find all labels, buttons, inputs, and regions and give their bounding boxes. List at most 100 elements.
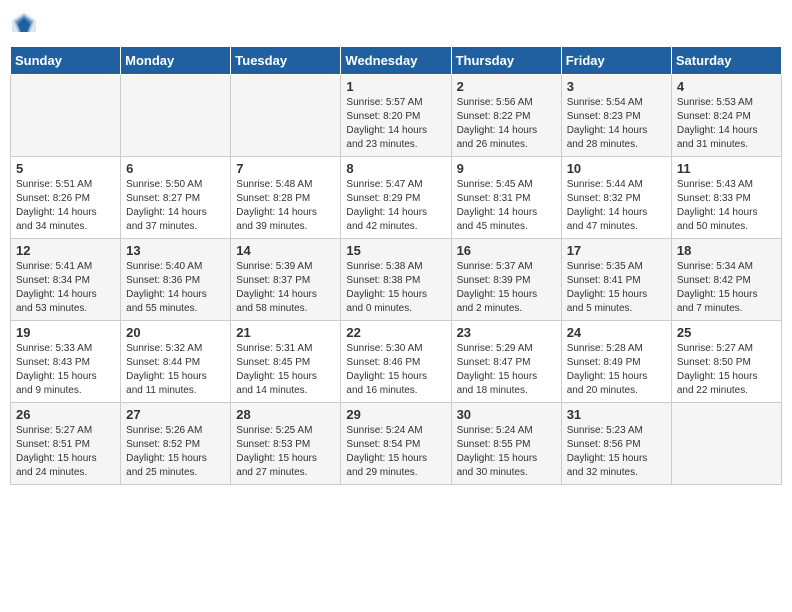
- day-number: 21: [236, 325, 335, 340]
- cell-info: Sunrise: 5:24 AM Sunset: 8:54 PM Dayligh…: [346, 424, 445, 480]
- day-number: 29: [346, 407, 445, 422]
- calendar-cell: 10Sunrise: 5:44 AM Sunset: 8:32 PM Dayli…: [561, 157, 671, 239]
- calendar-cell: [671, 403, 781, 485]
- cell-info: Sunrise: 5:24 AM Sunset: 8:55 PM Dayligh…: [457, 424, 556, 480]
- cell-info: Sunrise: 5:27 AM Sunset: 8:51 PM Dayligh…: [16, 424, 115, 480]
- calendar-cell: 26 Sunrise: 5:27 AM Sunset: 8:51 PM Dayli…: [11, 403, 121, 485]
- calendar-cell: 30 Sunrise: 5:24 AM Sunset: 8:55 PM Dayli…: [451, 403, 561, 485]
- calendar-cell: 3 Sunrise: 5:54 AM Sunset: 8:23 PM Daylig…: [561, 75, 671, 157]
- calendar-cell: 23 Sunrise: 5:29 AM Sunset: 8:47 PM Dayli…: [451, 321, 561, 403]
- day-header-tuesday: Tuesday: [231, 47, 341, 75]
- calendar-week-row: 26 Sunrise: 5:27 AM Sunset: 8:51 PM Dayli…: [11, 403, 782, 485]
- cell-info: Sunrise: 5:39 AM Sunset: 8:37 PM Dayligh…: [236, 260, 335, 316]
- logo-icon: [10, 10, 38, 38]
- day-header-monday: Monday: [121, 47, 231, 75]
- calendar-cell: [121, 75, 231, 157]
- cell-info: Sunrise: 5:27 AM Sunset: 8:50 PM Dayligh…: [677, 342, 776, 398]
- cell-info: Sunrise: 5:40 AM Sunset: 8:36 PM Dayligh…: [126, 260, 225, 316]
- calendar-cell: 28 Sunrise: 5:25 AM Sunset: 8:53 PM Dayli…: [231, 403, 341, 485]
- day-number: 1: [346, 79, 445, 94]
- day-number: 16: [457, 243, 556, 258]
- page-header: [10, 10, 782, 38]
- calendar-cell: 4 Sunrise: 5:53 AM Sunset: 8:24 PM Daylig…: [671, 75, 781, 157]
- day-number: 23: [457, 325, 556, 340]
- calendar-header-row: SundayMondayTuesdayWednesdayThursdayFrid…: [11, 47, 782, 75]
- day-number: 26: [16, 407, 115, 422]
- cell-info: Sunrise: 5:43 AM Sunset: 8:33 PM Dayligh…: [677, 178, 776, 234]
- logo: [10, 10, 42, 38]
- calendar-cell: 9Sunrise: 5:45 AM Sunset: 8:31 PM Daylig…: [451, 157, 561, 239]
- cell-info: Sunrise: 5:38 AM Sunset: 8:38 PM Dayligh…: [346, 260, 445, 316]
- day-number: 13: [126, 243, 225, 258]
- day-number: 30: [457, 407, 556, 422]
- calendar-table: SundayMondayTuesdayWednesdayThursdayFrid…: [10, 46, 782, 485]
- calendar-cell: [11, 75, 121, 157]
- calendar-cell: 6 Sunrise: 5:50 AM Sunset: 8:27 PM Daylig…: [121, 157, 231, 239]
- day-number: 8: [346, 161, 445, 176]
- day-number: 12: [16, 243, 115, 258]
- day-number: 31: [567, 407, 666, 422]
- calendar-cell: 29 Sunrise: 5:24 AM Sunset: 8:54 PM Dayli…: [341, 403, 451, 485]
- day-header-sunday: Sunday: [11, 47, 121, 75]
- day-number: 14: [236, 243, 335, 258]
- day-number: 22: [346, 325, 445, 340]
- day-number: 5: [16, 161, 115, 176]
- cell-info: Sunrise: 5:23 AM Sunset: 8:56 PM Dayligh…: [567, 424, 666, 480]
- calendar-week-row: 12Sunrise: 5:41 AM Sunset: 8:34 PM Dayli…: [11, 239, 782, 321]
- calendar-week-row: 19 Sunrise: 5:33 AM Sunset: 8:43 PM Dayli…: [11, 321, 782, 403]
- cell-info: Sunrise: 5:47 AM Sunset: 8:29 PM Dayligh…: [346, 178, 445, 234]
- day-header-saturday: Saturday: [671, 47, 781, 75]
- day-header-wednesday: Wednesday: [341, 47, 451, 75]
- cell-info: Sunrise: 5:28 AM Sunset: 8:49 PM Dayligh…: [567, 342, 666, 398]
- calendar-cell: 13 Sunrise: 5:40 AM Sunset: 8:36 PM Dayli…: [121, 239, 231, 321]
- cell-info: Sunrise: 5:53 AM Sunset: 8:24 PM Dayligh…: [677, 96, 776, 152]
- day-number: 27: [126, 407, 225, 422]
- day-number: 19: [16, 325, 115, 340]
- cell-info: Sunrise: 5:30 AM Sunset: 8:46 PM Dayligh…: [346, 342, 445, 398]
- cell-info: Sunrise: 5:50 AM Sunset: 8:27 PM Dayligh…: [126, 178, 225, 234]
- cell-info: Sunrise: 5:48 AM Sunset: 8:28 PM Dayligh…: [236, 178, 335, 234]
- calendar-week-row: 1Sunrise: 5:57 AM Sunset: 8:20 PM Daylig…: [11, 75, 782, 157]
- calendar-cell: 16 Sunrise: 5:37 AM Sunset: 8:39 PM Dayli…: [451, 239, 561, 321]
- calendar-cell: 7 Sunrise: 5:48 AM Sunset: 8:28 PM Daylig…: [231, 157, 341, 239]
- calendar-week-row: 5 Sunrise: 5:51 AM Sunset: 8:26 PM Daylig…: [11, 157, 782, 239]
- calendar-cell: 25Sunrise: 5:27 AM Sunset: 8:50 PM Dayli…: [671, 321, 781, 403]
- calendar-cell: 5 Sunrise: 5:51 AM Sunset: 8:26 PM Daylig…: [11, 157, 121, 239]
- calendar-cell: 21 Sunrise: 5:31 AM Sunset: 8:45 PM Dayli…: [231, 321, 341, 403]
- calendar-cell: 2 Sunrise: 5:56 AM Sunset: 8:22 PM Daylig…: [451, 75, 561, 157]
- calendar-cell: 22 Sunrise: 5:30 AM Sunset: 8:46 PM Dayli…: [341, 321, 451, 403]
- calendar-cell: 19 Sunrise: 5:33 AM Sunset: 8:43 PM Dayli…: [11, 321, 121, 403]
- day-number: 7: [236, 161, 335, 176]
- day-number: 4: [677, 79, 776, 94]
- cell-info: Sunrise: 5:35 AM Sunset: 8:41 PM Dayligh…: [567, 260, 666, 316]
- day-number: 10: [567, 161, 666, 176]
- cell-info: Sunrise: 5:54 AM Sunset: 8:23 PM Dayligh…: [567, 96, 666, 152]
- calendar-cell: 24 Sunrise: 5:28 AM Sunset: 8:49 PM Dayli…: [561, 321, 671, 403]
- cell-info: Sunrise: 5:45 AM Sunset: 8:31 PM Dayligh…: [457, 178, 556, 234]
- cell-info: Sunrise: 5:25 AM Sunset: 8:53 PM Dayligh…: [236, 424, 335, 480]
- day-number: 15: [346, 243, 445, 258]
- calendar-cell: 12Sunrise: 5:41 AM Sunset: 8:34 PM Dayli…: [11, 239, 121, 321]
- day-number: 3: [567, 79, 666, 94]
- day-number: 17: [567, 243, 666, 258]
- calendar-cell: 18Sunrise: 5:34 AM Sunset: 8:42 PM Dayli…: [671, 239, 781, 321]
- calendar-cell: [231, 75, 341, 157]
- cell-info: Sunrise: 5:31 AM Sunset: 8:45 PM Dayligh…: [236, 342, 335, 398]
- cell-info: Sunrise: 5:56 AM Sunset: 8:22 PM Dayligh…: [457, 96, 556, 152]
- calendar-cell: 8 Sunrise: 5:47 AM Sunset: 8:29 PM Daylig…: [341, 157, 451, 239]
- calendar-cell: 27Sunrise: 5:26 AM Sunset: 8:52 PM Dayli…: [121, 403, 231, 485]
- calendar-cell: 14 Sunrise: 5:39 AM Sunset: 8:37 PM Dayli…: [231, 239, 341, 321]
- day-number: 6: [126, 161, 225, 176]
- day-header-friday: Friday: [561, 47, 671, 75]
- cell-info: Sunrise: 5:34 AM Sunset: 8:42 PM Dayligh…: [677, 260, 776, 316]
- cell-info: Sunrise: 5:33 AM Sunset: 8:43 PM Dayligh…: [16, 342, 115, 398]
- calendar-cell: 20Sunrise: 5:32 AM Sunset: 8:44 PM Dayli…: [121, 321, 231, 403]
- cell-info: Sunrise: 5:29 AM Sunset: 8:47 PM Dayligh…: [457, 342, 556, 398]
- cell-info: Sunrise: 5:51 AM Sunset: 8:26 PM Dayligh…: [16, 178, 115, 234]
- day-number: 2: [457, 79, 556, 94]
- day-number: 24: [567, 325, 666, 340]
- cell-info: Sunrise: 5:37 AM Sunset: 8:39 PM Dayligh…: [457, 260, 556, 316]
- day-number: 28: [236, 407, 335, 422]
- cell-info: Sunrise: 5:32 AM Sunset: 8:44 PM Dayligh…: [126, 342, 225, 398]
- calendar-cell: 15 Sunrise: 5:38 AM Sunset: 8:38 PM Dayli…: [341, 239, 451, 321]
